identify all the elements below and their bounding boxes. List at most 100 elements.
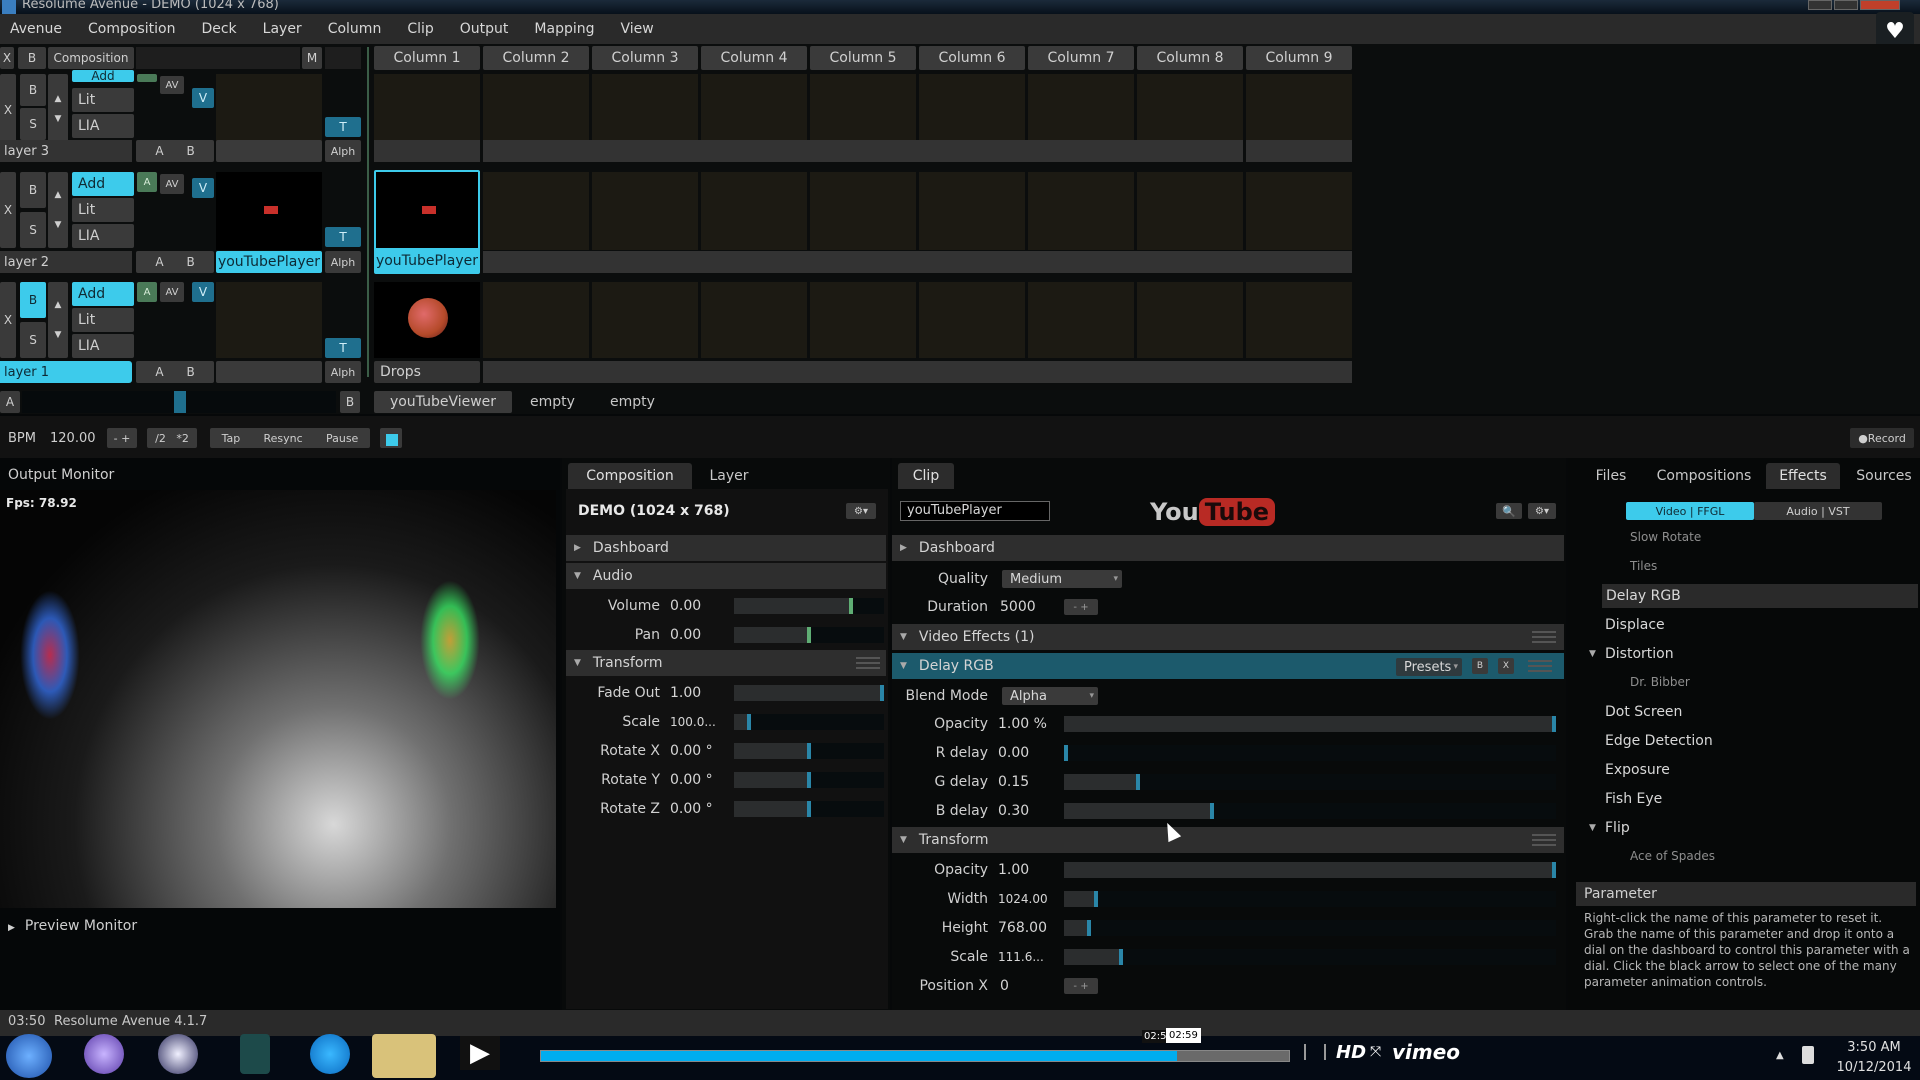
layer-2-deck-clip-name[interactable]: youTubePlayer <box>216 251 322 273</box>
effect-preset-item[interactable]: Dr. Bibber <box>1630 675 1690 689</box>
layer-2-move-arrows[interactable]: ▲ ▼ <box>48 172 68 248</box>
layer-3-clear-button[interactable]: X <box>0 74 16 146</box>
param-value[interactable]: 1024.00 <box>998 892 1048 906</box>
layer-2-name[interactable]: layer 2 <box>0 251 132 273</box>
effect-item[interactable]: Edge Detection <box>1605 733 1713 749</box>
clip-slot[interactable] <box>810 172 916 250</box>
clip-search-button[interactable]: 🔍 <box>1496 503 1522 519</box>
composition-master-slider[interactable] <box>136 47 300 69</box>
column-header-8[interactable]: Column 8 <box>1137 46 1243 70</box>
layer-3-bypass-button[interactable]: B <box>20 74 46 106</box>
menu-column[interactable]: Column <box>328 21 382 37</box>
layer-2-ab-buttons[interactable]: A B <box>136 251 214 273</box>
layer-1-deck-thumb[interactable] <box>216 282 322 358</box>
hd-toggle[interactable]: HD <box>1336 1042 1366 1063</box>
layer-1-ab-buttons[interactable]: A B <box>136 361 214 383</box>
record-button[interactable]: ● Record <box>1850 428 1914 448</box>
param-value[interactable]: 0.00 ° <box>670 743 713 759</box>
layer-2-v-button[interactable]: V <box>192 178 214 198</box>
param-slider[interactable] <box>1064 891 1556 907</box>
bpm-stepper[interactable]: - + <box>107 428 137 448</box>
layer-1-bypass-button[interactable]: B <box>20 282 46 318</box>
video-progress-bar[interactable] <box>540 1050 1290 1062</box>
video-effects-section[interactable]: ▼ Video Effects (1) <box>892 624 1564 650</box>
layer-3-v-button[interactable]: V <box>192 88 214 108</box>
slider-handle[interactable] <box>1552 862 1556 878</box>
clip-drops-name[interactable]: Drops <box>374 361 480 383</box>
comp-audio-section[interactable]: ▼ Audio <box>566 563 886 589</box>
param-value[interactable]: 0.30 <box>998 803 1029 819</box>
param-slider[interactable] <box>734 714 884 730</box>
layer-1-a-button[interactable]: A <box>137 282 157 302</box>
tab-compositions[interactable]: Compositions <box>1652 463 1756 489</box>
menu-layer[interactable]: Layer <box>263 21 302 37</box>
duration-stepper[interactable]: - + <box>1064 599 1098 615</box>
skype-icon[interactable] <box>310 1034 350 1074</box>
slider-handle[interactable] <box>807 772 811 788</box>
tab-sources[interactable]: Sources <box>1852 463 1916 489</box>
tap-button[interactable]: Tap <box>222 432 241 445</box>
param-value[interactable]: 1.00 <box>670 685 701 701</box>
effect-item[interactable]: Dot Screen <box>1605 704 1682 720</box>
tab-files[interactable]: Files <box>1586 463 1636 489</box>
clip-slot[interactable] <box>1137 282 1243 358</box>
deck-tab-empty-1[interactable]: empty <box>530 394 575 410</box>
layer-1-blend-dropdown[interactable]: Add <box>72 282 134 306</box>
slider-handle[interactable] <box>807 743 811 759</box>
section-menu-icon[interactable] <box>1532 631 1556 643</box>
param-value[interactable]: 100.0... <box>670 715 716 729</box>
section-menu-icon[interactable] <box>856 657 880 669</box>
play-button[interactable]: ▶ <box>460 1036 500 1070</box>
effect-item[interactable]: Delay RGB <box>1602 584 1918 608</box>
param-label[interactable]: Fade Out <box>566 685 660 701</box>
deck-tab-empty-2[interactable]: empty <box>610 394 655 410</box>
column-header-7[interactable]: Column 7 <box>1028 46 1134 70</box>
param-label[interactable]: Volume <box>566 598 660 614</box>
param-value[interactable]: 1.00 % <box>998 716 1047 732</box>
layer-3-t-button[interactable]: T <box>325 117 361 137</box>
tab-composition[interactable]: Composition <box>568 463 692 489</box>
fullscreen-icon[interactable]: ⤧ <box>1370 1044 1381 1060</box>
param-slider[interactable] <box>1064 949 1556 965</box>
param-label[interactable]: Pan <box>566 627 660 643</box>
layer-1-t-button[interactable]: T <box>325 338 361 358</box>
param-slider[interactable] <box>734 627 884 643</box>
clip-slot[interactable] <box>1028 282 1134 358</box>
menu-composition[interactable]: Composition <box>88 21 175 37</box>
layer-1-av-button[interactable]: AV <box>160 282 184 302</box>
layer-3-name[interactable]: layer 3 <box>0 140 132 162</box>
layer-1-name[interactable]: layer 1 <box>0 361 132 383</box>
layer-3-move-arrows[interactable]: ▲ ▼ <box>48 74 68 144</box>
slider-handle[interactable] <box>807 801 811 817</box>
layer-2-solo-button[interactable]: S <box>20 212 46 248</box>
layer-2-blend-dropdown[interactable]: Add <box>72 172 134 196</box>
layer-3-option-lia[interactable]: LIA <box>72 114 134 138</box>
param-label[interactable]: Rotate Y <box>566 772 660 788</box>
param-slider[interactable] <box>1064 774 1556 790</box>
param-slider[interactable] <box>1064 862 1556 878</box>
layer-1-solo-button[interactable]: S <box>20 322 46 358</box>
param-label[interactable]: Height <box>892 920 988 936</box>
param-label[interactable]: Rotate X <box>566 743 660 759</box>
effect-item[interactable]: Exposure <box>1605 762 1670 778</box>
layer-2-bypass-button[interactable]: B <box>20 172 46 208</box>
composition-label[interactable]: Composition <box>48 47 134 69</box>
clip-transform-section[interactable]: ▼ Transform <box>892 827 1564 853</box>
menu-avenue[interactable]: Avenue <box>10 21 62 37</box>
menu-output[interactable]: Output <box>460 21 509 37</box>
clip-slot[interactable] <box>701 172 807 250</box>
param-slider[interactable] <box>1064 716 1556 732</box>
clip-slot[interactable] <box>592 172 698 250</box>
eclipse-icon[interactable] <box>158 1034 198 1074</box>
maximize-button[interactable] <box>1834 0 1858 10</box>
slider-handle[interactable] <box>1086 920 1091 936</box>
close-window-button[interactable] <box>1860 0 1900 10</box>
layer-2-clear-button[interactable]: X <box>0 172 16 248</box>
clip-slot[interactable] <box>701 282 807 358</box>
slider-handle[interactable] <box>1093 891 1098 907</box>
blend-mode-dropdown[interactable]: Alpha <box>1002 687 1098 705</box>
duration-value[interactable]: 5000 <box>1000 599 1036 615</box>
param-slider[interactable] <box>734 801 884 817</box>
effect-preset-item[interactable]: Tiles <box>1630 559 1657 573</box>
effect-item[interactable]: Fish Eye <box>1605 791 1662 807</box>
